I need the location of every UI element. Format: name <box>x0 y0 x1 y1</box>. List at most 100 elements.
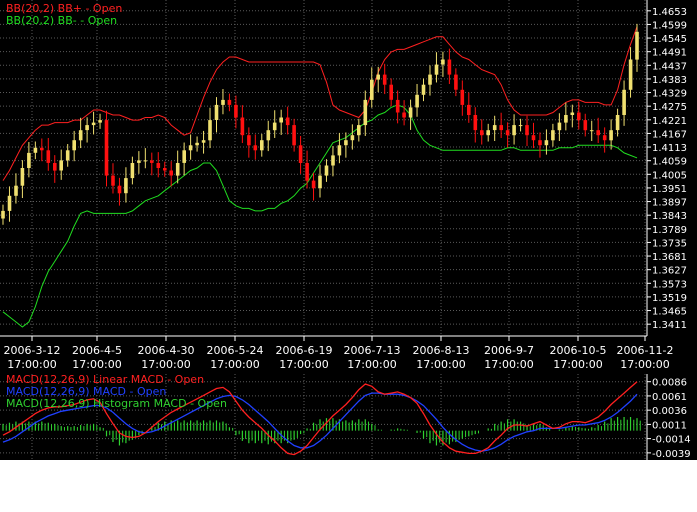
candle-up <box>589 130 594 132</box>
candle-up <box>208 120 212 141</box>
time-tick-label: 17:00:00 <box>210 358 259 371</box>
candle-up <box>137 160 141 163</box>
time-tick-label: 17:00:00 <box>484 358 533 371</box>
macd-tick-label: 0.0061 <box>652 392 687 403</box>
chart-canvas: 1.4653 1.4599 1.4545 1.4491 1.4437 1.4383 1.43… <box>0 0 697 512</box>
candle-up <box>279 117 283 123</box>
time-tick-label: 17:00:00 <box>72 358 121 371</box>
candle-up <box>615 115 620 131</box>
candle-up <box>124 178 128 194</box>
candle-down <box>53 163 57 171</box>
candle-up <box>557 122 562 131</box>
date-tick-label: 2006-4-30 <box>138 344 195 357</box>
candle-down <box>298 145 303 163</box>
candle-up <box>622 89 626 115</box>
candle-up <box>337 145 342 156</box>
candle-down <box>240 117 245 136</box>
candle-up <box>434 64 439 75</box>
candle-up <box>20 168 25 186</box>
candle-up <box>221 99 225 105</box>
candle-up <box>214 104 219 120</box>
candle-down <box>46 150 51 163</box>
candle-down <box>150 160 154 163</box>
candle-up <box>408 107 413 118</box>
macd-tick-label: -0.0039 <box>652 449 691 460</box>
time-tick-label: 17:00:00 <box>141 358 190 371</box>
candle-up <box>266 130 271 141</box>
candle-down <box>311 180 316 189</box>
candle-up <box>59 160 63 171</box>
candle-down <box>285 117 290 126</box>
price-tick-label: 1.3735 <box>652 238 687 249</box>
candle-up <box>518 125 523 127</box>
candle-up <box>331 155 335 166</box>
date-tick-label: 2006-6-19 <box>276 344 333 357</box>
price-tick-label: 1.4491 <box>652 48 687 59</box>
time-tick-label: 17:00:00 <box>620 358 669 371</box>
macd-tick-label: 0.0036 <box>652 406 687 417</box>
price-tick-label: 1.3519 <box>652 293 687 304</box>
price-tick-label: 1.3573 <box>652 279 687 290</box>
candle-up <box>33 147 38 153</box>
candle-up <box>564 115 568 123</box>
candle-up <box>85 125 89 131</box>
date-tick-label: 2006-4-5 <box>72 344 122 357</box>
price-tick-label: 1.4275 <box>652 102 687 113</box>
candle-down <box>602 135 607 141</box>
price-tick-label: 1.4329 <box>652 89 687 100</box>
candle-up <box>570 112 575 115</box>
price-tick-label: 1.3789 <box>652 225 687 236</box>
candle-up <box>609 130 613 141</box>
candle-down <box>473 115 478 131</box>
candle-down <box>577 112 581 121</box>
candle-up <box>486 130 490 136</box>
candle-up <box>175 163 180 176</box>
candle-up <box>512 125 516 136</box>
candle-up <box>201 140 206 143</box>
candle-up <box>65 150 70 161</box>
date-axis: 2006-3-1217:00:002006-4-517:00:002006-4-… <box>0 335 697 374</box>
candle-up <box>357 125 361 136</box>
candle-down <box>169 170 173 176</box>
candle-down <box>104 120 109 176</box>
price-tick-label: 1.4383 <box>652 75 687 86</box>
candle-up <box>421 84 426 95</box>
candle-up <box>428 74 432 85</box>
candle-down <box>505 130 510 136</box>
candle-up <box>344 140 348 146</box>
candle-down <box>40 147 44 151</box>
macd-tick-label: -0.0014 <box>652 435 691 446</box>
candle-down <box>467 104 471 115</box>
candle-down <box>402 112 406 118</box>
candle-up <box>635 31 639 60</box>
candle-up <box>370 79 374 100</box>
date-tick-label: 2006-7-13 <box>344 344 401 357</box>
candle-down <box>117 185 122 194</box>
candle-up <box>551 130 555 141</box>
price-panel: 1.4653 1.4599 1.4545 1.4491 1.4437 1.4383 1.43… <box>0 0 697 336</box>
price-tick-label: 1.3951 <box>652 184 687 195</box>
candle-down <box>163 168 167 171</box>
price-tick-label: 1.4005 <box>652 170 687 181</box>
macd-tick-label: 0.0011 <box>652 420 687 431</box>
candle-up <box>195 142 199 146</box>
date-tick-label: 2006-3-12 <box>4 344 61 357</box>
candle-up <box>188 145 193 151</box>
macd-tick-label: 0.0086 <box>652 378 687 389</box>
candle-down <box>499 125 503 131</box>
time-tick-label: 17:00:00 <box>347 358 396 371</box>
candle-down <box>247 135 251 146</box>
legend-bb-minus: BB(20,2) BB- - Open <box>6 14 117 27</box>
candle-up <box>27 152 31 168</box>
candle-up <box>628 59 633 90</box>
candle-up <box>441 59 445 65</box>
candle-down <box>227 99 232 105</box>
price-legend: BB(20,2) BB+ - Open BB(20,2) BB- - Open <box>6 2 122 27</box>
price-tick-label: 1.4653 <box>652 7 687 18</box>
candle-up <box>272 122 277 131</box>
candle-up <box>318 175 322 189</box>
price-tick-label: 1.4545 <box>652 34 687 45</box>
candle-down <box>305 163 309 181</box>
date-tick-label: 2006-8-13 <box>413 344 470 357</box>
candle-up <box>130 163 135 179</box>
